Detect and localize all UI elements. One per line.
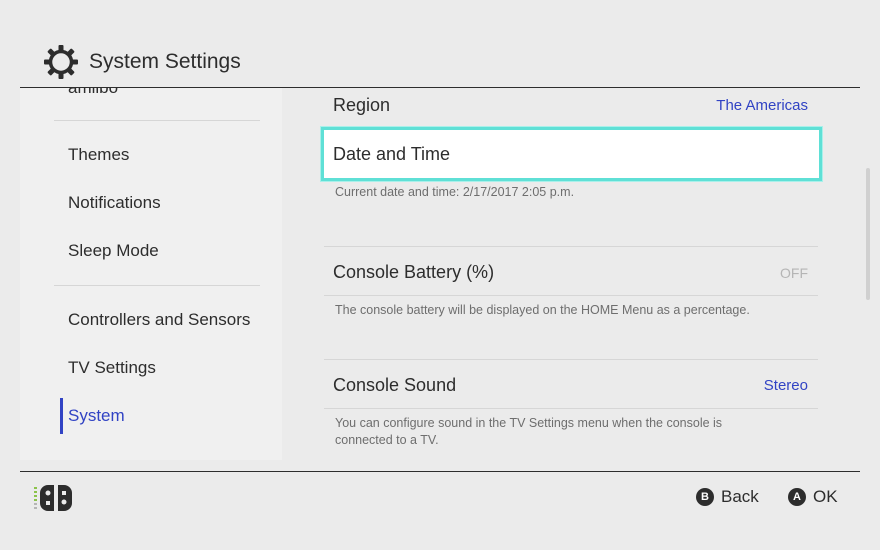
sidebar-item-themes[interactable]: Themes <box>68 145 129 165</box>
sidebar-item-notifications[interactable]: Notifications <box>68 193 161 213</box>
back-label: Back <box>721 487 759 506</box>
controller-icon <box>34 485 72 511</box>
sidebar-item-tv-settings[interactable]: TV Settings <box>68 358 156 378</box>
back-button[interactable]: B Back <box>696 487 759 507</box>
date-time-description: Current date and time: 2/17/2017 2:05 p.… <box>335 185 575 199</box>
row-divider <box>324 246 818 247</box>
sidebar: amiibo Themes Notifications Sleep Mode C… <box>20 88 282 460</box>
row-divider <box>324 359 818 360</box>
sidebar-item-sleep-mode[interactable]: Sleep Mode <box>68 241 159 261</box>
scrollbar[interactable] <box>866 168 870 300</box>
page-title: System Settings <box>89 50 241 73</box>
console-sound-value[interactable]: Stereo <box>764 377 808 394</box>
console-battery-label[interactable]: Console Battery (%) <box>333 262 494 283</box>
sidebar-item-system[interactable]: System <box>68 406 125 426</box>
sidebar-item-controllers[interactable]: Controllers and Sensors <box>68 310 250 330</box>
ok-button[interactable]: A OK <box>788 487 838 507</box>
region-value[interactable]: The Americas <box>716 97 808 114</box>
sidebar-divider <box>54 285 260 286</box>
sidebar-divider <box>54 120 260 121</box>
row-divider <box>324 408 818 409</box>
date-time-label[interactable]: Date and Time <box>333 144 450 165</box>
console-battery-value[interactable]: OFF <box>780 265 808 281</box>
ok-label: OK <box>813 487 838 506</box>
active-indicator <box>60 398 63 434</box>
console-sound-description: You can configure sound in the TV Settin… <box>335 416 723 447</box>
header: System Settings <box>0 0 880 88</box>
row-divider <box>324 295 818 296</box>
b-button-icon: B <box>696 488 714 506</box>
gear-icon <box>44 45 78 79</box>
settings-panel: Region The Americas Date and Time Curren… <box>282 88 860 460</box>
console-sound-label[interactable]: Console Sound <box>333 375 456 396</box>
console-battery-description: The console battery will be displayed on… <box>335 303 750 317</box>
footer-divider <box>20 471 860 472</box>
region-label[interactable]: Region <box>333 95 390 116</box>
sidebar-item-amiibo[interactable]: amiibo <box>68 88 118 98</box>
a-button-icon: A <box>788 488 806 506</box>
